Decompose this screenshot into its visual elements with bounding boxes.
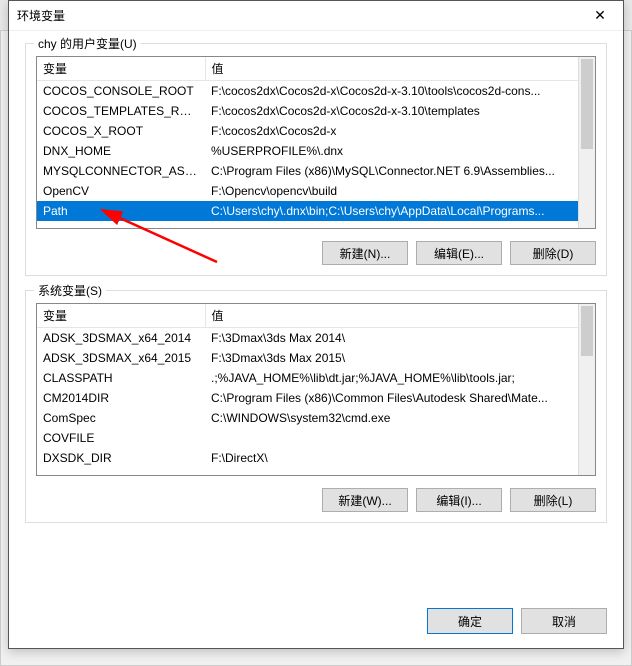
var-name-cell: OpenCV bbox=[37, 181, 205, 201]
table-row[interactable]: ComSpecC:\WINDOWS\system32\cmd.exe bbox=[37, 408, 595, 428]
system-vars-label: 系统变量(S) bbox=[34, 282, 106, 299]
col-header-value[interactable]: 值 bbox=[205, 304, 595, 328]
col-header-value[interactable]: 值 bbox=[205, 57, 595, 81]
user-vars-label: chy 的用户变量(U) bbox=[34, 35, 141, 52]
env-vars-dialog: 环境变量 ✕ chy 的用户变量(U) 变量 值 bbox=[8, 0, 624, 649]
table-row[interactable]: COVFILE bbox=[37, 428, 595, 448]
user-delete-button[interactable]: 删除(D) bbox=[510, 241, 596, 265]
table-row[interactable]: MYSQLCONNECTOR_ASS...C:\Program Files (x… bbox=[37, 161, 595, 181]
close-button[interactable]: ✕ bbox=[577, 1, 623, 31]
var-name-cell: Path bbox=[37, 201, 205, 221]
system-edit-button[interactable]: 编辑(I)... bbox=[416, 488, 502, 512]
table-row[interactable]: DXSDK_DIRF:\DirectX\ bbox=[37, 448, 595, 468]
var-value-cell: F:\cocos2dx\Cocos2d-x\Cocos2d-x-3.10\tem… bbox=[205, 101, 595, 121]
var-value-cell: F:\DirectX\ bbox=[205, 448, 595, 468]
var-value-cell: .;%JAVA_HOME%\lib\dt.jar;%JAVA_HOME%\lib… bbox=[205, 368, 595, 388]
var-name-cell: COCOS_TEMPLATES_ROOT bbox=[37, 101, 205, 121]
var-name-cell: COVFILE bbox=[37, 428, 205, 448]
system-scrollbar[interactable] bbox=[578, 304, 595, 475]
var-name-cell: ComSpec bbox=[37, 408, 205, 428]
var-name-cell: MYSQLCONNECTOR_ASS... bbox=[37, 161, 205, 181]
col-header-variable[interactable]: 变量 bbox=[37, 57, 205, 81]
table-row[interactable]: COCOS_X_ROOTF:\cocos2dx\Cocos2d-x bbox=[37, 121, 595, 141]
table-row[interactable]: COCOS_CONSOLE_ROOTF:\cocos2dx\Cocos2d-x\… bbox=[37, 81, 595, 101]
dialog-title: 环境变量 bbox=[17, 7, 577, 24]
table-row[interactable]: COCOS_TEMPLATES_ROOTF:\cocos2dx\Cocos2d-… bbox=[37, 101, 595, 121]
var-name-cell: CLASSPATH bbox=[37, 368, 205, 388]
var-name-cell: COCOS_CONSOLE_ROOT bbox=[37, 81, 205, 101]
var-value-cell: %USERPROFILE%\.dnx bbox=[205, 141, 595, 161]
var-value-cell: F:\cocos2dx\Cocos2d-x bbox=[205, 121, 595, 141]
table-row[interactable]: ADSK_3DSMAX_x64_2015F:\3Dmax\3ds Max 201… bbox=[37, 348, 595, 368]
var-value-cell bbox=[205, 428, 595, 448]
table-row[interactable]: ADSK_3DSMAX_x64_2014F:\3Dmax\3ds Max 201… bbox=[37, 328, 595, 348]
close-icon: ✕ bbox=[594, 7, 606, 24]
system-vars-list[interactable]: 变量 值 ADSK_3DSMAX_x64_2014F:\3Dmax\3ds Ma… bbox=[36, 303, 596, 476]
user-scrollbar[interactable] bbox=[578, 57, 595, 228]
user-vars-list[interactable]: 变量 值 COCOS_CONSOLE_ROOTF:\cocos2dx\Cocos… bbox=[36, 56, 596, 229]
user-vars-group: chy 的用户变量(U) 变量 值 COCOS_CONSOLE_ROOTF:\c… bbox=[25, 43, 607, 276]
var-name-cell: COCOS_X_ROOT bbox=[37, 121, 205, 141]
var-value-cell: C:\WINDOWS\system32\cmd.exe bbox=[205, 408, 595, 428]
var-name-cell: DXSDK_DIR bbox=[37, 448, 205, 468]
var-name-cell: DNX_HOME bbox=[37, 141, 205, 161]
system-delete-button[interactable]: 删除(L) bbox=[510, 488, 596, 512]
var-name-cell: ADSK_3DSMAX_x64_2015 bbox=[37, 348, 205, 368]
ok-button[interactable]: 确定 bbox=[427, 608, 513, 634]
var-value-cell: C:\Program Files (x86)\Common Files\Auto… bbox=[205, 388, 595, 408]
user-new-button[interactable]: 新建(N)... bbox=[322, 241, 408, 265]
table-row[interactable]: CM2014DIRC:\Program Files (x86)\Common F… bbox=[37, 388, 595, 408]
var-value-cell: C:\Program Files (x86)\MySQL\Connector.N… bbox=[205, 161, 595, 181]
col-header-variable[interactable]: 变量 bbox=[37, 304, 205, 328]
system-vars-group: 系统变量(S) 变量 值 ADSK_3DSMAX_x64_2014F:\3Dma… bbox=[25, 290, 607, 523]
table-row[interactable]: DNX_HOME%USERPROFILE%\.dnx bbox=[37, 141, 595, 161]
scroll-thumb[interactable] bbox=[581, 306, 593, 356]
table-row[interactable]: CLASSPATH.;%JAVA_HOME%\lib\dt.jar;%JAVA_… bbox=[37, 368, 595, 388]
user-edit-button[interactable]: 编辑(E)... bbox=[416, 241, 502, 265]
var-value-cell: F:\3Dmax\3ds Max 2015\ bbox=[205, 348, 595, 368]
titlebar: 环境变量 ✕ bbox=[9, 1, 623, 31]
var-value-cell: F:\Opencv\opencv\build bbox=[205, 181, 595, 201]
var-name-cell: ADSK_3DSMAX_x64_2014 bbox=[37, 328, 205, 348]
var-value-cell: F:\3Dmax\3ds Max 2014\ bbox=[205, 328, 595, 348]
table-row[interactable]: PathC:\Users\chy\.dnx\bin;C:\Users\chy\A… bbox=[37, 201, 595, 221]
cancel-button[interactable]: 取消 bbox=[521, 608, 607, 634]
var-value-cell: F:\cocos2dx\Cocos2d-x\Cocos2d-x-3.10\too… bbox=[205, 81, 595, 101]
var-name-cell: CM2014DIR bbox=[37, 388, 205, 408]
var-value-cell: C:\Users\chy\.dnx\bin;C:\Users\chy\AppDa… bbox=[205, 201, 595, 221]
table-row[interactable]: OpenCVF:\Opencv\opencv\build bbox=[37, 181, 595, 201]
system-new-button[interactable]: 新建(W)... bbox=[322, 488, 408, 512]
scroll-thumb[interactable] bbox=[581, 59, 593, 149]
